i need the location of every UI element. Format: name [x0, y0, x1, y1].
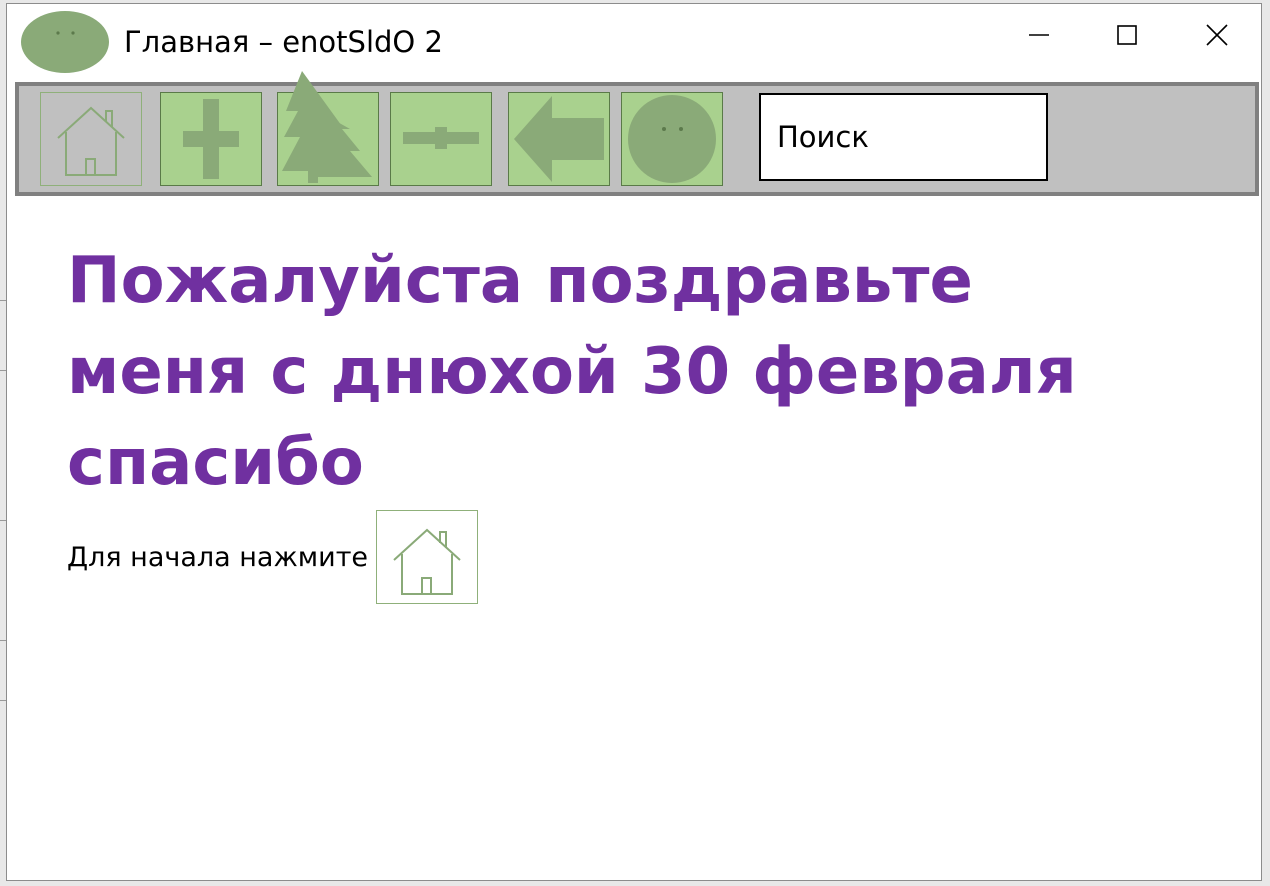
title-bar[interactable]: Главная – enotSldO 2 — [7, 4, 1261, 84]
window-title: Главная – enotSldO 2 — [124, 25, 443, 59]
minimize-icon — [1029, 34, 1049, 36]
main-content: Пожалуйста поздравьте меня с днюхой 30 ф… — [7, 196, 1261, 880]
start-home-button[interactable] — [376, 510, 479, 604]
home-button[interactable] — [40, 92, 142, 186]
home-icon — [57, 106, 125, 176]
maximize-icon — [1117, 25, 1137, 45]
start-prompt: Для начала нажмите — [67, 541, 369, 573]
start-row: Для начала нажмите — [67, 510, 479, 604]
maximize-button[interactable] — [1099, 12, 1155, 58]
minimize-button[interactable] — [1011, 12, 1067, 58]
search-input[interactable] — [759, 93, 1048, 181]
app-window: Главная – enotSldO 2 Поиск Пожалуйста по… — [6, 3, 1262, 881]
back-button[interactable] — [508, 92, 610, 186]
face-icon — [21, 11, 109, 73]
home-icon — [393, 528, 461, 595]
tree-button[interactable] — [277, 71, 379, 186]
toolbar — [15, 71, 1259, 196]
plus-icon — [183, 99, 239, 179]
minus-icon — [403, 127, 479, 149]
page-headline: Пожалуйста поздравьте меня с днюхой 30 ф… — [67, 244, 1077, 500]
tree-icon — [282, 71, 372, 183]
arrow-left-icon — [514, 96, 604, 182]
face-icon — [628, 95, 716, 183]
profile-button[interactable] — [621, 92, 723, 186]
add-button[interactable] — [160, 92, 262, 186]
close-icon — [1206, 24, 1228, 46]
close-button[interactable] — [1189, 12, 1245, 58]
subtract-button[interactable] — [390, 92, 492, 186]
